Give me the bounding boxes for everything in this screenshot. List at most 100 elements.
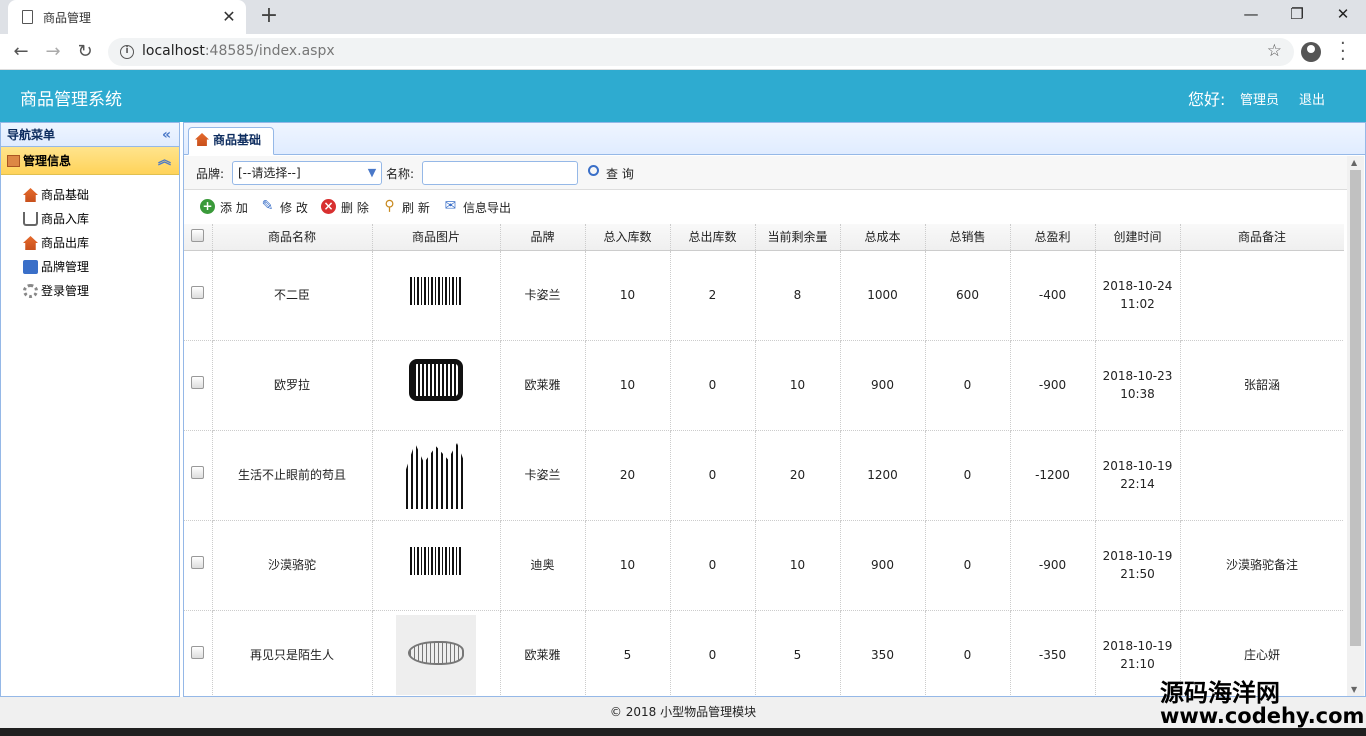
reload-icon[interactable]: ↻ (72, 40, 98, 64)
tab-close-button[interactable]: ✕ (220, 8, 238, 26)
edit-label: 修 改 (280, 201, 308, 215)
chevron-up-icon[interactable]: ︽ (158, 147, 171, 175)
window-close-button[interactable]: ✕ (1320, 0, 1366, 30)
bookmark-star-icon[interactable]: ☆ (1267, 41, 1282, 61)
table-header-row: 商品名称 商品图片 品牌 总入库数 总出库数 当前剩余量 总成本 总销售 总盈利… (184, 224, 1344, 251)
product-image (396, 255, 476, 335)
sidebar-item-stock-out[interactable]: 商品出库 (1, 231, 179, 255)
column-header[interactable]: 创建时间 (1095, 224, 1181, 251)
table-row[interactable]: 沙漠骆驼 迪奥 10 0 10 900 0 -900 2018-10-19 21:… (184, 520, 1344, 611)
add-label: 添 加 (220, 201, 248, 215)
address-bar: ← → ↻ i localhost:48585/index.aspx ☆ (0, 34, 1366, 70)
sidebar-item-label: 登录管理 (41, 284, 90, 298)
vertical-scrollbar[interactable]: ▲ ▼ (1347, 156, 1364, 696)
row-checkbox[interactable] (191, 646, 205, 659)
fish-barcode-icon (408, 641, 464, 665)
note-cell: 张韶涵 (1180, 340, 1344, 431)
scroll-up-arrow-icon[interactable]: ▲ (1351, 158, 1357, 167)
product-image-cell (372, 250, 501, 341)
stock-out-cell: 0 (670, 340, 756, 431)
brand-select-value: [--请选择--] (238, 166, 301, 180)
row-checkbox[interactable] (191, 556, 205, 569)
row-checkbox[interactable] (191, 466, 205, 479)
table-row[interactable]: 不二臣 卡姿兰 10 2 8 1000 600 -400 2018-10-24 1… (184, 250, 1344, 341)
user-link[interactable]: 管理员 (1240, 89, 1279, 108)
row-checkbox[interactable] (191, 286, 205, 299)
add-button[interactable]: + 添 加 (200, 199, 248, 216)
created-date: 2018-10-19 (1102, 549, 1173, 563)
forward-arrow-icon[interactable]: → (40, 40, 66, 64)
remain-cell: 8 (755, 250, 841, 341)
query-button[interactable]: 查 询 (586, 165, 634, 182)
more-menu-icon[interactable]: · · · (1340, 35, 1346, 69)
column-header[interactable]: 品牌 (500, 224, 586, 251)
barcode-icon (410, 277, 462, 305)
delete-button[interactable]: × 删 除 (321, 199, 369, 216)
created-cell: 2018-10-24 11:02 (1095, 250, 1181, 341)
select-all-cell (184, 224, 213, 251)
stock-in-cell: 10 (585, 250, 671, 341)
table-row[interactable]: 欧罗拉 欧莱雅 10 0 10 900 0 -900 2018-10-23 10:… (184, 340, 1344, 431)
export-button[interactable]: ✉ 信息导出 (443, 199, 511, 216)
refresh-label: 刷 新 (402, 201, 430, 215)
column-header[interactable]: 总盈利 (1010, 224, 1096, 251)
document-icon (22, 10, 33, 24)
info-icon[interactable]: i (120, 45, 134, 59)
row-select-cell (184, 430, 213, 521)
column-header[interactable]: 商品图片 (372, 224, 501, 251)
back-arrow-icon[interactable]: ← (8, 40, 34, 64)
created-time: 22:14 (1120, 477, 1155, 491)
sidebar-item-stock-in[interactable]: 商品入库 (1, 207, 179, 231)
column-header[interactable]: 总出库数 (670, 224, 756, 251)
account-icon[interactable] (1301, 42, 1321, 62)
row-checkbox[interactable] (191, 376, 205, 389)
scrollbar-thumb[interactable] (1350, 170, 1361, 646)
select-all-checkbox[interactable] (191, 228, 205, 242)
minimize-button[interactable]: — (1228, 0, 1274, 30)
sidebar-title-text: 导航菜单 (7, 128, 56, 142)
tab-product-basic[interactable]: 商品基础 (188, 127, 274, 155)
scroll-down-arrow-icon[interactable]: ▼ (1351, 685, 1357, 694)
watermark-url: www.codehy.com (1160, 704, 1365, 728)
logout-link[interactable]: 退出 (1299, 89, 1325, 108)
new-tab-button[interactable]: + (256, 4, 282, 30)
column-header[interactable]: 商品备注 (1180, 224, 1344, 251)
home-icon (23, 188, 38, 202)
double-chevron-left-icon[interactable]: « (162, 123, 171, 147)
edit-button[interactable]: ✎ 修 改 (260, 199, 308, 216)
sidebar-item-login[interactable]: 登录管理 (1, 279, 179, 303)
column-header[interactable]: 商品名称 (212, 224, 373, 251)
note-cell (1180, 250, 1344, 341)
browser-tab[interactable]: 商品管理 ✕ (8, 0, 246, 34)
sidebar: 导航菜单 « 管理信息 ︽ 商品基础 商品入库 商品出库 品牌管理 登录管理 (0, 122, 180, 697)
sidebar-item-brand[interactable]: 品牌管理 (1, 255, 179, 279)
tree-barcode-icon (406, 443, 466, 509)
name-input[interactable] (422, 161, 578, 185)
column-header[interactable]: 总成本 (840, 224, 926, 251)
brand-cell: 欧莱雅 (500, 610, 586, 696)
product-name: 生活不止眼前的苟且 (212, 430, 373, 521)
brand-select[interactable]: [--请选择--] ▼ (232, 161, 382, 185)
column-header[interactable]: 总入库数 (585, 224, 671, 251)
product-name: 再见只是陌生人 (212, 610, 373, 696)
url-input[interactable]: i localhost:48585/index.aspx ☆ (108, 38, 1294, 66)
delete-label: 删 除 (341, 201, 369, 215)
cost-cell: 900 (840, 340, 926, 431)
cost-cell: 350 (840, 610, 926, 696)
sidebar-group-manage[interactable]: 管理信息 ︽ (1, 147, 179, 175)
sidebar-item-label: 商品基础 (41, 188, 90, 202)
browser-tab-title: 商品管理 (43, 10, 92, 25)
table-row[interactable]: 生活不止眼前的苟且 卡姿兰 20 0 20 1200 0 -1200 2018-… (184, 430, 1344, 521)
brand-cell: 卡姿兰 (500, 250, 586, 341)
created-time: 11:02 (1120, 297, 1155, 311)
refresh-button[interactable]: ⚲ 刷 新 (382, 199, 430, 216)
column-header[interactable]: 当前剩余量 (755, 224, 841, 251)
name-label: 名称: (386, 167, 415, 181)
column-header[interactable]: 总销售 (925, 224, 1011, 251)
stock-out-cell: 0 (670, 520, 756, 611)
created-cell: 2018-10-19 21:50 (1095, 520, 1181, 611)
created-date: 2018-10-24 (1102, 279, 1173, 293)
restore-button[interactable]: ❐ (1274, 0, 1320, 30)
sidebar-item-product-basic[interactable]: 商品基础 (1, 183, 179, 207)
gear-icon (23, 284, 38, 298)
